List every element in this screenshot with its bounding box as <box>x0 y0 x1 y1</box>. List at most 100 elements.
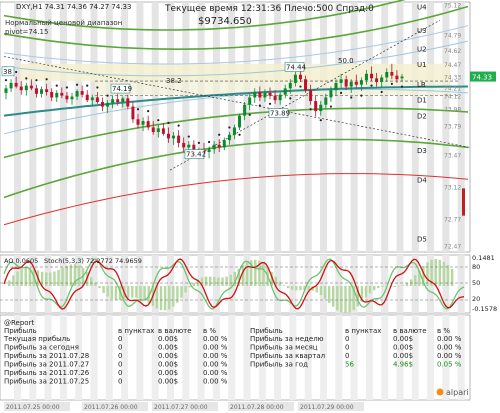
ao-bar <box>450 268 454 286</box>
session-stripe <box>381 2 389 252</box>
ao-bar <box>102 286 105 293</box>
session-stripe <box>151 2 159 252</box>
sar-dot <box>370 84 373 87</box>
session-stripe <box>90 315 98 400</box>
candle-body <box>45 89 49 92</box>
session-stripe <box>167 2 174 252</box>
ao-bar <box>229 274 232 286</box>
session-stripe <box>182 255 190 313</box>
candle-body <box>324 97 328 105</box>
level-label: D2 <box>417 113 427 121</box>
candle-body <box>90 97 94 101</box>
candle-body <box>380 77 384 82</box>
y-tick-label: 74.79 <box>444 33 461 40</box>
ao-bar <box>323 286 327 299</box>
symbol-line: DXY,H1 74.31 74.36 74.27 74.33 <box>16 3 132 11</box>
candle-body <box>136 119 140 125</box>
candle-body <box>268 92 272 96</box>
y-tick-label: 73.98 <box>444 106 461 113</box>
sar-dot <box>238 133 241 136</box>
ao-bar <box>397 286 400 287</box>
candle-body <box>243 104 247 116</box>
level-label: D3 <box>417 147 427 155</box>
sar-dot <box>136 108 140 111</box>
ao-bar <box>299 286 302 291</box>
candle-body <box>131 106 135 120</box>
candle-body <box>248 97 252 105</box>
candle-body <box>141 121 145 125</box>
candle-body <box>116 99 120 102</box>
report-cell-right: Прибыль за месяц <box>250 344 318 352</box>
y-tick-label: 74.33 <box>444 75 461 82</box>
balance: $9734.65 <box>198 16 246 27</box>
report-cell-left: 0.00$ <box>158 352 178 360</box>
ao-bar <box>315 286 318 293</box>
candle-body <box>359 80 363 85</box>
sar-dot <box>187 135 190 138</box>
candle-body <box>187 144 191 148</box>
report-header-right: в % <box>437 327 450 335</box>
candle-body <box>258 92 262 98</box>
sar-dot <box>4 79 8 82</box>
ao-bar <box>245 262 249 286</box>
candle-body <box>288 82 292 89</box>
ao-bar <box>225 276 228 286</box>
sar-dot <box>248 113 251 116</box>
level-label: D4 <box>417 176 427 184</box>
sar-dot <box>299 85 302 88</box>
stoch-label: Stoch(5,3,3) 72.2772 74.9659 <box>44 257 142 265</box>
sar-dot <box>167 121 170 125</box>
session-stripe <box>427 315 435 400</box>
ao-bar <box>98 286 101 289</box>
report-cell-left: Прибыль за сегодня <box>4 344 79 352</box>
indicator-scale-label: 0.1481 <box>472 254 495 262</box>
ao-bar <box>438 259 441 286</box>
chart-canvas[interactable]: U4 U3 U2 U1 LB D1 D2 D3 D4 D5 75.12 74.79 74.62 74.47… <box>0 0 500 413</box>
candle-body <box>390 72 394 76</box>
candle-body <box>146 121 150 128</box>
report-cell-left: 0.00$ <box>158 335 178 343</box>
session-stripe <box>105 2 113 252</box>
sar-dot <box>65 86 69 89</box>
report-cell-left: 0 <box>118 344 122 352</box>
candle-body <box>314 101 318 112</box>
report-cell-left: 0 <box>118 352 122 360</box>
y-tick-label: 75.12 <box>444 3 461 10</box>
report-cell-left: 0.00 % <box>203 369 228 377</box>
session-stripe <box>105 315 113 400</box>
report-cell-right: 4.96$ <box>393 361 413 369</box>
time-axis-label: 2011.07.29 00:00 <box>300 404 354 411</box>
ao-label: AO 0.0605 <box>4 257 38 265</box>
ao-bar <box>332 286 335 307</box>
sar-dot <box>197 141 201 145</box>
report-cell-right: 0 <box>345 335 349 343</box>
brand-label: alpari <box>446 388 469 397</box>
report-cell-left: Прибыль за 2011.07.27 <box>4 361 89 369</box>
session-stripe <box>396 255 404 313</box>
report-cell-right: 0.00$ <box>393 352 413 360</box>
candle-body <box>319 104 323 112</box>
time-axis-label: 2011.07.26 00:00 <box>84 404 138 411</box>
y-tick-label: 73.47 <box>444 153 461 160</box>
session-stripe <box>411 2 419 252</box>
candle-body <box>14 82 18 87</box>
sar-dot <box>400 85 404 88</box>
candle-body <box>298 74 302 80</box>
sar-dot <box>86 84 89 87</box>
session-stripe <box>14 2 21 252</box>
report-cell-left: 0.00$ <box>158 361 178 369</box>
session-stripe <box>212 2 220 252</box>
report-header-left: в валюте <box>158 327 192 335</box>
report-title: @Report <box>4 319 34 327</box>
ao-bar <box>184 286 187 293</box>
sar-dot <box>258 104 261 107</box>
candle-body <box>24 85 28 91</box>
ao-bar <box>344 286 347 314</box>
level-label: U2 <box>417 45 427 53</box>
ao-bar <box>12 275 15 286</box>
candle-body <box>156 128 160 132</box>
y-tick-label: 73.12 <box>444 185 461 192</box>
ao-bar <box>209 276 212 286</box>
candle-body <box>161 128 165 134</box>
candle-body <box>85 94 89 101</box>
